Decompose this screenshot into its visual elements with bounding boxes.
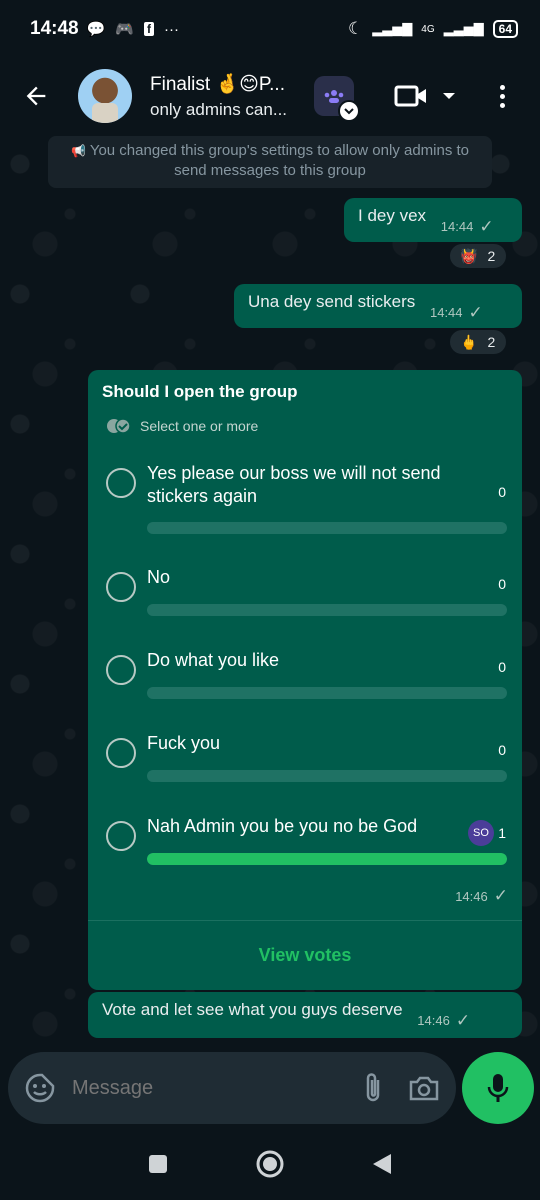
back-nav-icon[interactable] — [371, 1152, 393, 1176]
poll-card: Should I open the group Select one or mo… — [88, 370, 522, 990]
reaction-pill[interactable]: 👹 2 — [448, 242, 508, 270]
camera-icon — [409, 1076, 439, 1101]
poll-option-label: Fuck you — [147, 733, 221, 753]
poll-hint: Select one or more — [106, 418, 258, 434]
message-composer — [8, 1052, 456, 1124]
dot-icon — [500, 84, 505, 90]
message-text: Una dey send stickers — [248, 292, 416, 311]
message-text: Vote and let see what you guys deserve — [102, 1000, 403, 1019]
home-icon[interactable] — [255, 1149, 285, 1179]
group-info[interactable]: Finalist 🤞😊P... only admins can... — [150, 72, 304, 120]
dot-icon — [500, 93, 505, 99]
status-right: ☾ ▂▃▅▇ 4G ▂▃▅▇ 64 — [348, 19, 518, 39]
message-text: I dey vex — [358, 206, 427, 225]
view-votes-button[interactable]: View votes — [88, 921, 522, 990]
video-call-button[interactable] — [394, 84, 456, 108]
poll-option-label: Nah Admin you be you no be God — [147, 816, 418, 836]
chevron-down-icon — [338, 100, 360, 122]
poll-option-label: Yes please our boss we will not send sti… — [147, 463, 441, 506]
voice-message-button[interactable] — [462, 1052, 534, 1124]
poll-option-label: Do what you like — [147, 650, 280, 670]
poll-option-label: No — [147, 567, 171, 587]
arrow-left-icon — [26, 86, 46, 106]
do-not-disturb-icon: ☾ — [348, 19, 364, 38]
radio-button[interactable] — [106, 572, 136, 602]
network-type: 4G — [421, 23, 435, 35]
message-meta: 14:46 ✓ — [417, 1011, 470, 1031]
group-avatar[interactable] — [78, 69, 132, 123]
poll-option-count: 0 — [498, 576, 506, 592]
message-time: 14:44 — [429, 305, 463, 320]
poll-time: 14:46 — [455, 888, 488, 904]
recents-icon[interactable] — [147, 1153, 169, 1175]
video-camera-icon — [394, 85, 426, 107]
message-meta: 14:44 ✓ — [430, 303, 483, 323]
check-icon: ✓ — [455, 1010, 471, 1030]
status-bar: 14:48 💬 🎮 f ··· ☾ ▂▃▅▇ 4G ▂▃▅▇ 64 — [0, 0, 540, 58]
chat-notification-icon: 💬 — [86, 21, 106, 38]
chat-area[interactable]: 📢 You changed this group's settings to a… — [0, 134, 540, 1052]
check-icon: ✓ — [479, 216, 494, 236]
radio-button[interactable] — [106, 468, 136, 498]
poll-hint-text: Select one or more — [140, 418, 259, 434]
poll-question: Should I open the group — [102, 382, 298, 401]
chat-header: Finalist 🤞😊P... only admins can... — [0, 58, 540, 134]
voter-avatar[interactable]: SO — [468, 820, 494, 846]
more-notifications-icon: ··· — [163, 20, 179, 38]
game-notification-icon: 🎮 — [115, 21, 134, 38]
poll-meta: 14:46 ✓ — [455, 886, 508, 906]
message-input[interactable] — [72, 1076, 337, 1100]
poll-option-count: 0 — [498, 659, 506, 675]
reaction-pill[interactable]: 🖕 2 — [448, 328, 508, 356]
signal-icon-2: ▂▃▅▇ — [443, 21, 484, 36]
message-bubble[interactable]: Una dey send stickers 14:44 ✓ — [234, 284, 522, 328]
poll-option-count: 0 — [498, 742, 506, 758]
group-subtitle: only admins can... — [150, 100, 288, 119]
community-button[interactable] — [314, 76, 360, 122]
reaction-count: 2 — [487, 334, 496, 350]
system-message-text: You changed this group's settings to all… — [89, 142, 470, 179]
message-bubble[interactable]: I dey vex 14:44 ✓ — [344, 198, 522, 242]
dot-icon — [500, 102, 505, 108]
group-name: Finalist 🤞😊P... — [150, 74, 285, 95]
message-time: 14:44 — [440, 219, 474, 234]
caret-down-icon — [443, 93, 455, 99]
message-time: 14:46 — [417, 1013, 450, 1028]
poll-option-count: 1 — [498, 825, 506, 841]
attach-button[interactable] — [357, 1068, 388, 1108]
poll-option-bar — [147, 770, 507, 782]
megaphone-icon: 📢 — [70, 144, 86, 158]
sticker-icon — [25, 1073, 55, 1103]
radio-button[interactable] — [106, 655, 136, 685]
poll-option-fill — [147, 853, 507, 865]
status-time: 14:48 — [30, 18, 79, 39]
message-meta: 14:44 ✓ — [441, 217, 494, 237]
check-icon: ✓ — [493, 886, 508, 905]
reaction-count: 2 — [487, 248, 496, 264]
check-icon: ✓ — [468, 302, 483, 322]
camera-button[interactable] — [408, 1068, 440, 1108]
back-button[interactable] — [0, 58, 72, 134]
poll-option-bar — [147, 853, 507, 865]
radio-button[interactable] — [106, 821, 136, 851]
more-options-button[interactable] — [500, 84, 505, 108]
message-bubble[interactable]: Vote and let see what you guys deserve 1… — [88, 992, 522, 1038]
radio-button[interactable] — [106, 738, 136, 768]
notification-icons: 💬 🎮 f ··· — [86, 20, 179, 39]
reaction-emoji: 🖕 — [460, 333, 478, 350]
microphone-icon — [487, 1074, 509, 1102]
system-navigation-bar — [0, 1128, 540, 1200]
poll-option-bar — [147, 522, 507, 534]
poll-option-bar — [147, 604, 507, 616]
system-message: 📢 You changed this group's settings to a… — [48, 136, 492, 188]
emoji-button[interactable] — [24, 1070, 56, 1106]
battery-icon: 64 — [492, 20, 518, 38]
poll-option-count: 0 — [498, 484, 506, 500]
double-check-icon — [107, 418, 131, 434]
poll-option-bar — [147, 687, 507, 699]
signal-icon: ▂▃▅▇ — [372, 21, 413, 36]
facebook-notification-icon: f — [143, 22, 154, 36]
reaction-emoji: 👹 — [460, 247, 478, 264]
paperclip-icon — [366, 1073, 379, 1102]
